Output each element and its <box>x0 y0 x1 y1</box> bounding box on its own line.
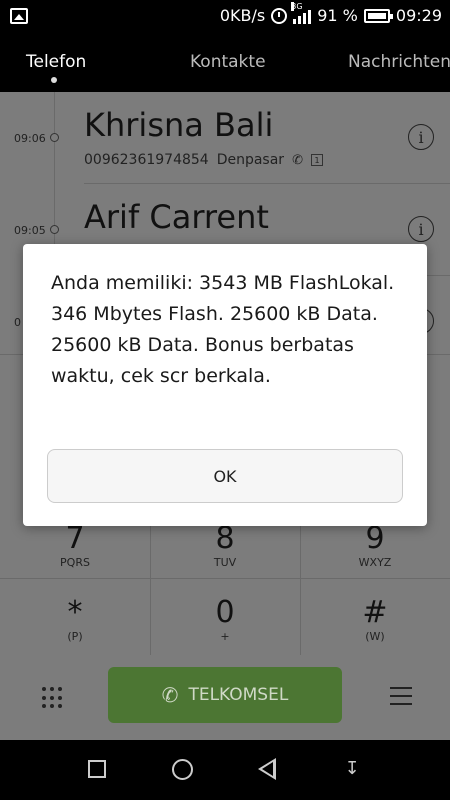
active-tab-indicator <box>51 77 57 83</box>
phone-number: 00962361974854 <box>84 152 209 168</box>
contact-name: Arif Carrent <box>84 198 269 236</box>
call-time: 09:05 <box>14 224 46 237</box>
info-icon[interactable]: i <box>408 124 434 150</box>
call-button[interactable]: ✆ TELKOMSEL <box>108 667 342 723</box>
timeline-dot <box>50 225 59 234</box>
tab-nachrichten[interactable]: Nachrichten <box>348 52 450 72</box>
home-icon[interactable] <box>172 759 193 780</box>
key-letters: PQRS <box>60 556 90 569</box>
key-star[interactable]: * (P) <box>0 595 150 644</box>
call-time: 09:06 <box>14 132 46 145</box>
call-details: 00962361974854 Denpasar ✆ 1 <box>84 152 323 168</box>
back-icon[interactable] <box>258 758 276 780</box>
sim-icon: 1 <box>310 154 323 166</box>
key-hash[interactable]: # (W) <box>300 595 450 644</box>
key-digit: 8 <box>215 521 235 556</box>
battery-percent: 91 % <box>317 6 358 25</box>
key-letters: TUV <box>213 556 237 569</box>
menu-icon[interactable] <box>390 687 412 705</box>
tab-kontakte[interactable]: Kontakte <box>190 52 266 72</box>
network-speed: 0KB/s <box>219 6 266 25</box>
dialpad-grid-icon[interactable] <box>42 687 64 709</box>
call-time: 0 <box>14 316 21 329</box>
key-letters: (W) <box>365 630 385 643</box>
battery-icon <box>363 8 393 23</box>
key-9[interactable]: 9 WXYZ <box>300 521 450 570</box>
key-letters: (P) <box>67 630 83 643</box>
phone-icon: ✆ <box>161 683 179 707</box>
outgoing-call-icon: ✆ <box>292 152 303 168</box>
key-digit: 0 <box>215 595 235 630</box>
key-7[interactable]: 7 PQRS <box>0 521 150 570</box>
call-location: Denpasar <box>216 152 285 168</box>
call-log-item[interactable]: 09:06 Khrisna Bali 00962361974854 Denpas… <box>0 92 450 184</box>
ok-button[interactable]: OK <box>47 449 403 503</box>
system-navigation-bar: ↧ <box>0 740 450 800</box>
carrier-label: TELKOMSEL <box>188 685 289 705</box>
notification-pull-down-icon[interactable]: ↧ <box>343 758 361 780</box>
tab-telefon[interactable]: Telefon <box>26 52 86 72</box>
key-digit: 9 <box>365 521 385 556</box>
ussd-message-dialog: Anda memiliki: 3543 MB FlashLokal. 346 M… <box>23 244 427 526</box>
key-letters: WXYZ <box>358 556 392 569</box>
contact-name: Khrisna Bali <box>84 106 274 144</box>
key-digit: * <box>67 595 83 630</box>
info-icon[interactable]: i <box>408 216 434 242</box>
network-type: 3G <box>291 1 303 11</box>
status-bar: 0KB/s 3G 91 % 09:29 <box>0 0 450 34</box>
status-indicators: 0KB/s 3G 91 % 09:29 <box>219 1 442 25</box>
key-8[interactable]: 8 TUV <box>150 521 300 570</box>
alarm-icon <box>271 7 288 24</box>
key-digit: # <box>362 595 388 630</box>
key-digit: 7 <box>65 521 85 556</box>
tab-bar: Telefon Kontakte Nachrichten <box>0 34 450 92</box>
timeline-dot <box>50 133 59 142</box>
recents-icon[interactable] <box>88 760 106 778</box>
clock: 09:29 <box>395 6 442 25</box>
call-action-bar: ✆ TELKOMSEL <box>0 655 450 740</box>
dialog-message: Anda memiliki: 3543 MB FlashLokal. 346 M… <box>51 272 395 387</box>
key-letters: + <box>220 630 230 643</box>
signal-icon: 3G <box>291 1 312 24</box>
key-0[interactable]: 0 + <box>150 595 300 644</box>
gallery-notification-icon <box>10 8 28 24</box>
key-separator <box>0 578 450 579</box>
